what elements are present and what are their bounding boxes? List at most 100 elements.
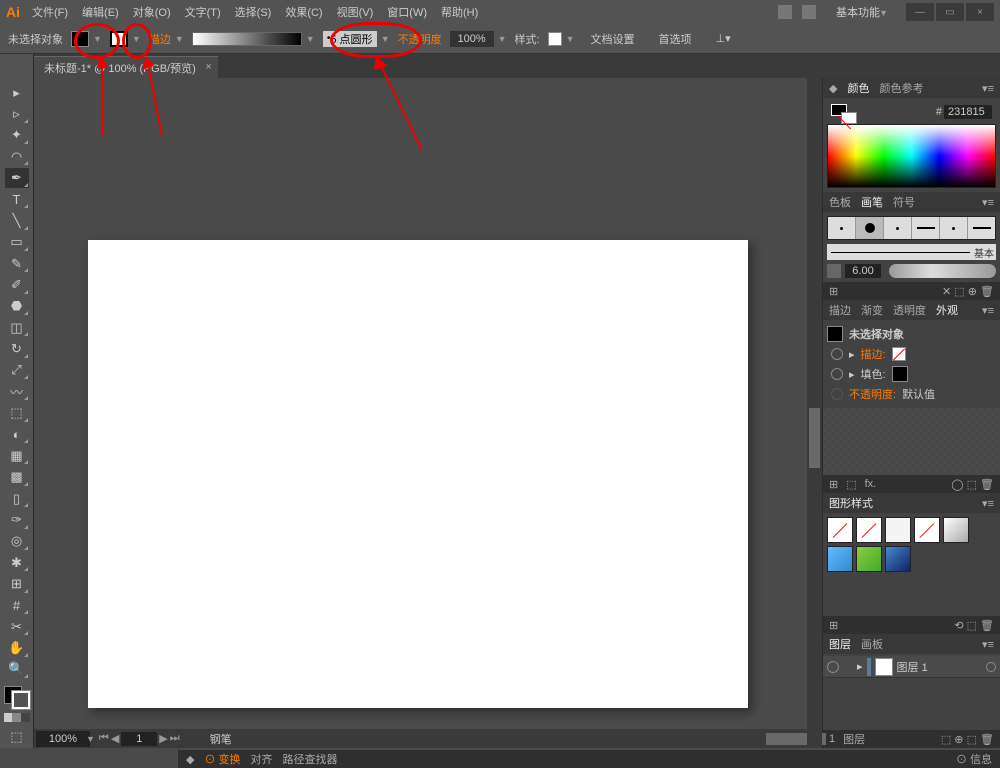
tool-rotate[interactable]: ↻	[5, 339, 29, 358]
tab-gradient[interactable]: 渐变	[861, 302, 883, 318]
prefs-button[interactable]: 首选项	[651, 29, 700, 49]
tool-blob[interactable]: ⬣	[5, 297, 29, 316]
brush-preview[interactable]: 基本	[827, 244, 996, 260]
menu-edit[interactable]: 编辑(E)	[82, 4, 119, 20]
tab-pathfinder[interactable]: 路径查找器	[283, 751, 338, 767]
opacity-label[interactable]: 不透明度	[398, 31, 442, 47]
layer-row[interactable]: ▸ 图层 1	[823, 656, 1000, 678]
library-icon[interactable]: ⊞	[829, 285, 838, 298]
tool-zoom[interactable]: 🔍	[5, 660, 29, 679]
menu-effect[interactable]: 效果(C)	[285, 4, 322, 20]
tool-paintbrush[interactable]: ✎	[5, 254, 29, 273]
tab-layers[interactable]: 图层	[829, 636, 851, 652]
style-thumb[interactable]	[914, 517, 940, 543]
tab-color-guide[interactable]: 颜色参考	[879, 80, 923, 96]
vertical-scrollbar[interactable]	[807, 78, 822, 729]
visibility-toggle[interactable]	[831, 368, 843, 380]
zoom-level[interactable]: 100%	[36, 731, 90, 747]
panel-menu-icon[interactable]: ▾≡	[982, 497, 994, 510]
none-swatch-icon[interactable]	[892, 347, 906, 361]
tool-free-transform[interactable]: ⬚	[5, 403, 29, 422]
color-mode-buttons[interactable]	[4, 713, 30, 722]
nav-last-icon[interactable]: ⏭	[170, 732, 180, 745]
fill-row[interactable]: 填色:	[861, 366, 886, 382]
tab-color[interactable]: 颜色	[847, 80, 869, 96]
tool-magic-wand[interactable]: ✦	[5, 126, 29, 145]
tool-artboard[interactable]: #	[5, 596, 29, 615]
fill-dropdown[interactable]: ▼	[93, 34, 102, 44]
tab-swatches[interactable]: 色板	[829, 194, 851, 210]
stroke-label[interactable]: 描边	[149, 31, 171, 47]
tool-width[interactable]: 〰	[5, 382, 29, 401]
align-menu[interactable]: ⊥▾	[708, 30, 739, 47]
style-thumb[interactable]	[827, 517, 853, 543]
panel-menu-icon[interactable]: ▾≡	[982, 304, 994, 317]
close-tab-icon[interactable]: ×	[205, 61, 211, 73]
tab-brushes[interactable]: 画笔	[861, 194, 883, 210]
tool-lasso[interactable]: ◠	[5, 147, 29, 166]
panel-fill-stroke[interactable]	[831, 104, 855, 120]
tool-mesh[interactable]: ▩	[5, 467, 29, 486]
stroke-row[interactable]: 描边:	[861, 346, 886, 362]
tool-type[interactable]: T	[5, 190, 29, 209]
tool-graph[interactable]: ⊞	[5, 574, 29, 593]
tab-transparency[interactable]: 透明度	[893, 302, 926, 318]
nav-prev-icon[interactable]: ◀	[111, 732, 119, 745]
menu-file[interactable]: 文件(F)	[32, 4, 68, 20]
menu-view[interactable]: 视图(V)	[337, 4, 374, 20]
stroke-width-profile[interactable]	[192, 32, 302, 46]
tool-eyedropper[interactable]: ✑	[5, 510, 29, 529]
tool-pencil[interactable]: ✐	[5, 275, 29, 294]
nav-first-icon[interactable]: ⏮	[99, 732, 109, 745]
tool-hand[interactable]: ✋	[5, 638, 29, 657]
tool-selection[interactable]: ▸	[5, 83, 29, 102]
tab-stroke[interactable]: 描边	[829, 302, 851, 318]
style-thumb[interactable]	[885, 546, 911, 572]
menu-help[interactable]: 帮助(H)	[441, 4, 478, 20]
nav-next-icon[interactable]: ▶	[159, 732, 167, 745]
style-swatch[interactable]	[548, 32, 562, 46]
window-minimize[interactable]: —	[906, 3, 934, 21]
style-thumb[interactable]	[943, 517, 969, 543]
layout-icon[interactable]	[802, 5, 816, 19]
doc-setup-button[interactable]: 文档设置	[583, 29, 643, 49]
style-thumb[interactable]	[856, 517, 882, 543]
horizontal-scrollbar[interactable]	[236, 733, 803, 745]
tool-blend[interactable]: ◎	[5, 532, 29, 551]
tab-transform[interactable]: ⊙ 变换	[204, 751, 240, 767]
menu-text[interactable]: 文字(T)	[185, 4, 221, 20]
style-thumb[interactable]	[827, 546, 853, 572]
tab-graphic-styles[interactable]: 图形样式	[829, 495, 873, 511]
hex-input[interactable]: 231815	[944, 105, 992, 119]
menu-window[interactable]: 窗口(W)	[387, 4, 427, 20]
tool-symbol-spray[interactable]: ✱	[5, 553, 29, 572]
visibility-toggle[interactable]	[831, 348, 843, 360]
artboard-number[interactable]: 1	[121, 732, 157, 746]
tool-pen[interactable]: ✒	[5, 168, 29, 187]
tab-align[interactable]: 对齐	[251, 751, 273, 767]
window-close[interactable]: ×	[966, 3, 994, 21]
arrange-icon[interactable]	[778, 5, 792, 19]
tool-perspective[interactable]: ▦	[5, 446, 29, 465]
brush-size-field[interactable]: 6.00	[845, 264, 881, 278]
fill-swatch[interactable]	[71, 31, 89, 47]
stroke-color[interactable]	[12, 691, 30, 709]
screen-mode[interactable]: ⬚	[5, 728, 29, 747]
panel-menu-icon[interactable]: ▾≡	[982, 196, 994, 209]
style-thumb[interactable]	[856, 546, 882, 572]
tool-eraser[interactable]: ◫	[5, 318, 29, 337]
tool-shape-builder[interactable]: ◐	[5, 425, 29, 444]
panel-menu-icon[interactable]: ▾≡	[982, 638, 994, 651]
opacity-row[interactable]: 不透明度:	[849, 386, 896, 402]
panel-menu-icon[interactable]: ▾≡	[982, 82, 994, 95]
style-thumb[interactable]	[885, 517, 911, 543]
brush-preset[interactable]: • 5 点圆形	[323, 31, 377, 47]
menu-object[interactable]: 对象(O)	[133, 4, 171, 20]
tab-appearance[interactable]: 外观	[936, 302, 958, 318]
artboard[interactable]	[88, 240, 748, 708]
tool-gradient[interactable]: ▯	[5, 489, 29, 508]
tool-scale[interactable]: ⤢	[5, 361, 29, 380]
stroke-dropdown[interactable]: ▼	[132, 34, 141, 44]
layer-target-icon[interactable]	[986, 662, 996, 672]
tool-line[interactable]: ╲	[5, 211, 29, 230]
